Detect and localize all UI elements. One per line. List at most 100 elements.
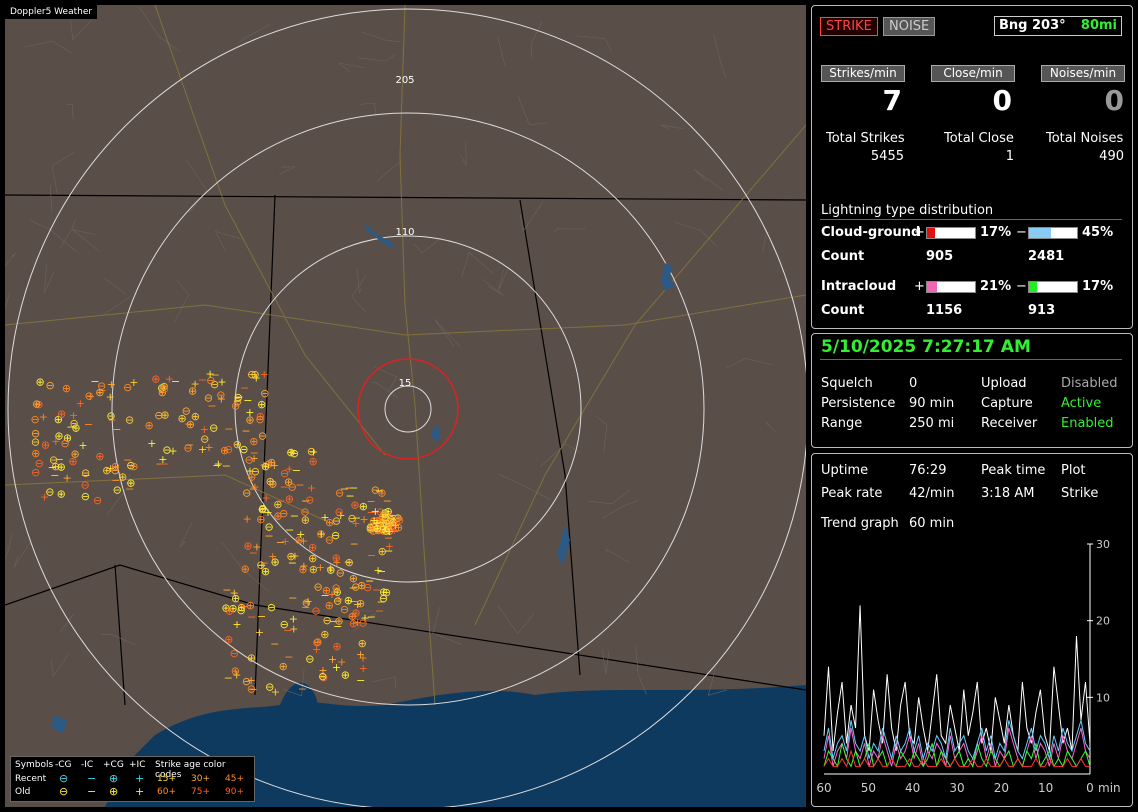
strike-marker: ⊖: [258, 429, 267, 442]
strikes-min-label: Strikes/min: [821, 65, 905, 82]
strike-marker: ⊕: [62, 382, 71, 395]
strike-marker: +: [259, 459, 268, 472]
strike-marker: −: [198, 373, 207, 386]
strike-marker: −: [344, 555, 353, 568]
county-line: [356, 269, 362, 294]
strike-marker: ⊕: [68, 455, 77, 468]
strikes-min-value: 7: [882, 84, 902, 117]
strike-marker: ⊕: [313, 635, 322, 648]
strike-marker: ⊖: [302, 596, 311, 609]
ic-negative-pct: 17%: [1082, 279, 1114, 294]
strike-marker: −: [184, 418, 193, 431]
strike-marker: −: [349, 481, 358, 494]
legend-old-label: Old: [15, 787, 31, 797]
county-line: [5, 292, 11, 347]
strike-marker: ⊖: [209, 422, 218, 435]
strike-marker: ⊕: [246, 599, 255, 612]
legend-header-pic: +IC: [129, 760, 146, 770]
age-code-30: 30+: [191, 774, 210, 784]
ic-negative-bar-fill: [1029, 282, 1038, 292]
strike-marker: ⊕: [220, 444, 229, 457]
county-line: [138, 6, 181, 53]
strike-marker: ⊖: [247, 368, 256, 381]
county-line: [361, 31, 401, 42]
strike-marker: ⊕: [358, 637, 367, 650]
county-line: [104, 277, 126, 295]
strike-marker: ⊖: [318, 670, 327, 683]
strike-marker: ⊖: [305, 493, 314, 506]
strike-marker: ⊕: [188, 384, 197, 397]
county-line: [186, 160, 208, 213]
strike-marker: ⊕: [31, 447, 40, 460]
county-line: [531, 22, 543, 59]
strike-marker: +: [255, 626, 264, 639]
strike-marker: −: [224, 423, 233, 436]
strike-marker: ⊖: [125, 414, 134, 427]
county-line: [588, 489, 631, 505]
strike-marker: +: [281, 535, 290, 548]
x-tick-label: 60: [816, 781, 831, 795]
total-strikes-value: 5455: [870, 149, 904, 164]
legend-old-nic-icon: −: [87, 785, 97, 798]
strike-marker: −: [276, 495, 285, 508]
strike-marker: ⊕: [41, 439, 50, 452]
strike-marker: ⊕: [341, 669, 350, 682]
ic-minus-sign: −: [1016, 279, 1027, 294]
legend-old-pcg-icon: ⊕: [109, 785, 119, 798]
legend-header-symbols: Symbols: [15, 760, 54, 770]
strike-marker: ⊖: [351, 580, 360, 593]
strike-marker: ⊕: [245, 413, 254, 426]
strike-button[interactable]: STRIKE: [820, 17, 878, 36]
cg-negative-count: 2481: [1028, 249, 1065, 264]
map-canvas[interactable]: 205 110 15 ⊕+ −+⊖⊕⊕ +⊕− ⊕⊕⊕⊖++⊖−⊕⊖−⊖⊕−−+⊕⊕⊕…: [5, 5, 806, 807]
legend-recent-pic-icon: +: [135, 772, 145, 785]
strike-marker: ⊕: [241, 562, 250, 575]
strike-marker: ⊖: [81, 490, 90, 503]
county-line: [371, 381, 398, 398]
strike-marker: ⊕: [118, 471, 127, 484]
plot-value[interactable]: Strike: [1061, 486, 1098, 501]
strike-marker: ⊖: [45, 486, 54, 499]
legend-header-ncg: -CG: [55, 760, 72, 770]
strike-marker: +: [317, 528, 326, 541]
strike-marker: ⊖: [84, 389, 93, 402]
county-line: [30, 219, 77, 253]
county-line: [5, 253, 16, 267]
total-close-value: 1: [1005, 149, 1014, 164]
strike-marker: ⊖: [245, 453, 254, 466]
noise-button[interactable]: NOISE: [883, 17, 936, 36]
county-line: [694, 169, 724, 191]
strike-marker: +: [250, 481, 259, 494]
close-min-value: 0: [992, 84, 1012, 117]
plot-label: Plot: [1061, 463, 1086, 478]
strike-marker: −: [48, 461, 57, 474]
strike-marker: ⊕: [285, 493, 294, 506]
strike-marker: ⊕: [332, 640, 341, 653]
strike-marker: −: [333, 620, 342, 633]
strike-marker: ⊕: [95, 450, 104, 463]
strike-marker: −: [295, 478, 304, 491]
lightning-map[interactable]: 205 110 15 ⊕ + − + ⊖ ⊕ ⊕ + ⊕ − ⊕ ⊕ ⊕ ⊖ + + ⊖ − ⊕ ⊖ − ⊖ ⊕ − − + ⊕ ⊕ ⊕…: [5, 5, 806, 807]
county-line: [596, 415, 608, 454]
strike-marker: −: [375, 604, 384, 617]
x-tick-label: 40: [905, 781, 920, 795]
ic-negative-bar: [1028, 281, 1078, 293]
noises-min-label: Noises/min: [1041, 65, 1125, 82]
strike-marker: ⊕: [35, 375, 44, 388]
strike-marker: −: [298, 683, 307, 696]
strike-marker: ⊖: [305, 653, 314, 666]
strike-marker: ⊕: [224, 633, 233, 646]
county-line: [762, 231, 771, 253]
x-tick-label: 50: [861, 781, 876, 795]
y-tick-label: 30: [1096, 538, 1110, 551]
squelch-label: Squelch: [821, 376, 873, 391]
strike-markers: ⊕+ −+⊖⊕⊕ +⊕− ⊕⊕⊕⊖++⊖−⊕⊖−⊖⊕−−+⊕⊕⊕⊖⊕++++⊕−+++…: [30, 367, 404, 698]
persistence-label: Persistence: [821, 396, 896, 411]
strike-marker: ⊕: [57, 488, 66, 501]
county-line: [71, 218, 100, 252]
strike-marker: −: [222, 460, 231, 473]
y-tick-label: 20: [1096, 615, 1110, 628]
cg-positive-count: 905: [926, 249, 954, 264]
x-unit-label: min: [1098, 781, 1121, 795]
county-line: [278, 166, 296, 175]
